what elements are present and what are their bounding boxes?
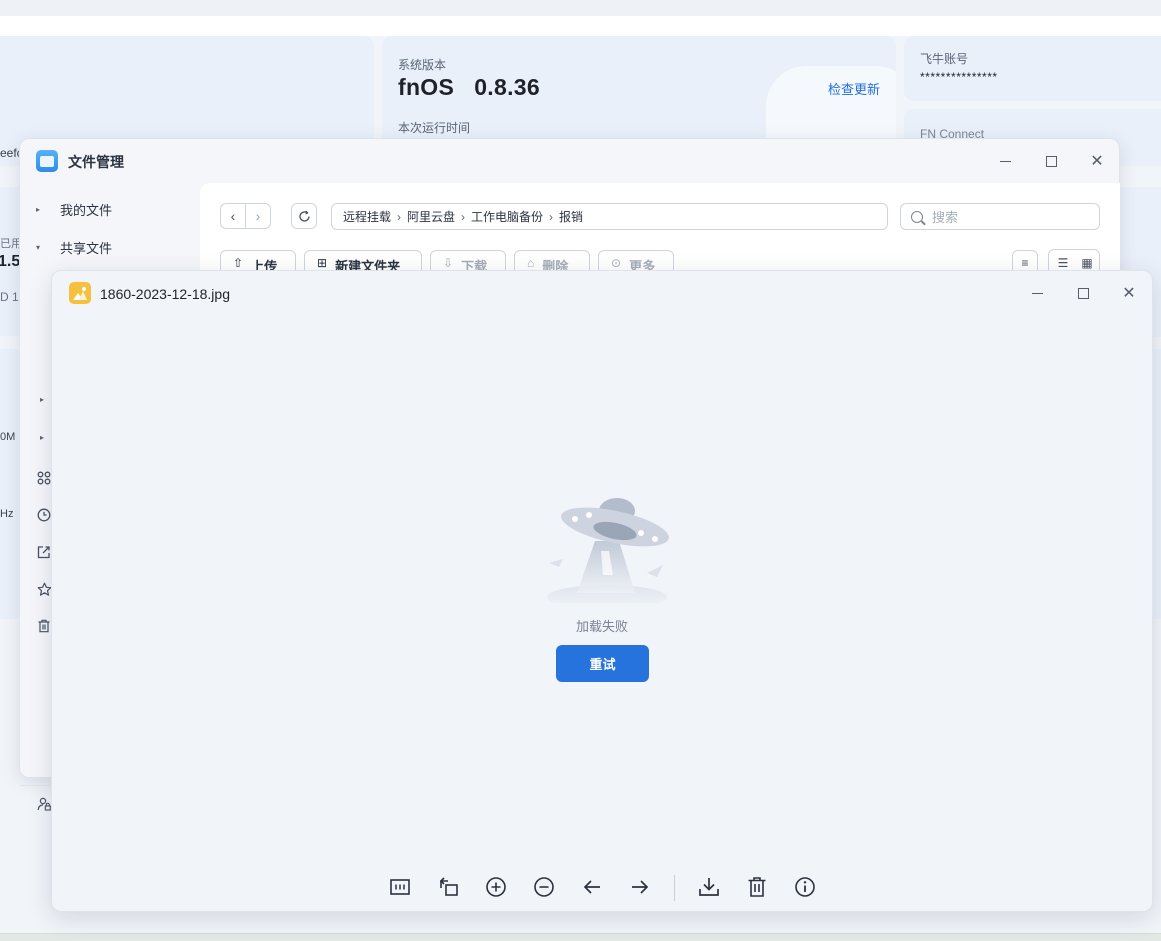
fn-account-label: 飞牛账号 xyxy=(920,52,969,66)
ufo-illustration-icon xyxy=(547,498,669,603)
search-icon xyxy=(911,210,923,223)
close-icon: ✕ xyxy=(1122,283,1136,302)
star-icon[interactable] xyxy=(36,581,52,597)
trash-icon[interactable] xyxy=(745,875,769,899)
clipped-text: D 1 xyxy=(0,290,19,304)
caret-right-icon[interactable]: ▸ xyxy=(40,395,44,404)
new-folder-icon: ⊞ xyxy=(317,256,328,270)
sort-icon: ≡ xyxy=(1021,256,1029,270)
rotate-icon[interactable] xyxy=(436,875,460,899)
minimize-icon xyxy=(1031,292,1043,294)
file-manager-title: 文件管理 xyxy=(68,154,124,170)
download-icon[interactable] xyxy=(697,875,721,899)
arrow-right-icon[interactable] xyxy=(628,875,652,899)
refresh-button[interactable] xyxy=(291,203,317,229)
desktop-band xyxy=(0,16,1161,36)
breadcrumb-item[interactable]: 阿里云盘 xyxy=(407,208,455,225)
file-manager-app-icon xyxy=(36,150,58,172)
breadcrumb[interactable]: 远程挂载 › 阿里云盘 › 工作电脑备份 › 报销 xyxy=(331,203,888,230)
upload-icon: ⇧ xyxy=(233,256,244,270)
sidebar-item-label: 我的文件 xyxy=(60,202,113,218)
caret-right-icon: ▸ xyxy=(36,204,41,214)
system-version-label: 系统版本 xyxy=(398,58,447,72)
zoom-in-icon[interactable] xyxy=(484,875,508,899)
search-input[interactable]: 搜索 xyxy=(900,203,1100,230)
maximize-button[interactable] xyxy=(1038,148,1064,174)
breadcrumb-item[interactable]: 远程挂载 xyxy=(343,208,391,225)
fit-to-window-icon[interactable] xyxy=(388,875,412,899)
maximize-icon xyxy=(1045,155,1057,167)
clock-icon[interactable] xyxy=(36,507,52,523)
maximize-icon xyxy=(1077,287,1089,299)
clipped-text: Hz xyxy=(0,508,14,520)
minimize-button[interactable] xyxy=(992,148,1018,174)
fn-account-value: *************** xyxy=(920,70,998,84)
forward-button[interactable]: › xyxy=(245,203,271,229)
search-placeholder: 搜索 xyxy=(932,210,959,225)
user-lock-icon[interactable] xyxy=(36,796,52,812)
taskbar xyxy=(0,933,1161,941)
trash-icon[interactable] xyxy=(36,618,52,634)
chevron-right-icon: › xyxy=(461,209,466,224)
arrow-left-icon[interactable] xyxy=(580,875,604,899)
share-icon[interactable] xyxy=(36,544,52,560)
zoom-out-icon[interactable] xyxy=(532,875,556,899)
close-button[interactable]: ✕ xyxy=(1116,280,1142,306)
uptime-label: 本次运行时间 xyxy=(398,121,471,135)
breadcrumb-item[interactable]: 报销 xyxy=(559,208,583,225)
maximize-button[interactable] xyxy=(1070,280,1096,306)
chevron-right-icon: › xyxy=(255,208,261,224)
toolbar-divider xyxy=(674,875,675,901)
caret-right-icon[interactable]: ▸ xyxy=(40,433,44,442)
image-viewer-app-icon xyxy=(69,282,91,304)
clipped-text: 0M xyxy=(0,431,16,443)
check-update-link[interactable]: 检查更新 xyxy=(828,79,880,98)
image-viewer-window: 1860-2023-12-18.jpg ✕ 加载失败 重试 xyxy=(51,270,1153,912)
more-icon: ⊙ xyxy=(611,256,622,270)
fn-account-card: 飞牛账号 *************** xyxy=(904,36,1161,101)
image-icon-sun xyxy=(82,287,86,291)
grid-icon: ▦ xyxy=(1081,256,1093,270)
desktop-top-strip xyxy=(0,0,1161,16)
info-icon[interactable] xyxy=(793,875,817,899)
caret-down-icon: ▾ xyxy=(36,242,41,252)
file-manager-titlebar[interactable]: 文件管理 ✕ xyxy=(20,139,1119,183)
minimize-icon xyxy=(999,160,1011,162)
image-filename: 1860-2023-12-18.jpg xyxy=(100,286,230,302)
clipped-text: 1.5 xyxy=(0,253,21,270)
sidebar-item-shared-files[interactable]: ▾ 共享文件 xyxy=(36,235,112,259)
apps-icon[interactable] xyxy=(36,470,52,486)
minimize-button[interactable] xyxy=(1024,280,1050,306)
chevron-right-icon: › xyxy=(397,209,402,224)
back-button[interactable]: ‹ xyxy=(220,203,246,229)
system-version-value: fnOS 0.8.36 xyxy=(398,74,540,100)
trash-icon: ⌂ xyxy=(527,256,535,270)
chevron-left-icon: ‹ xyxy=(230,208,236,224)
retry-button[interactable]: 重试 xyxy=(556,645,649,682)
image-viewer-toolbar xyxy=(52,871,1152,903)
breadcrumb-item[interactable]: 工作电脑备份 xyxy=(471,208,543,225)
chevron-right-icon: › xyxy=(549,209,554,224)
sidebar-item-label: 共享文件 xyxy=(60,240,113,256)
refresh-icon xyxy=(298,210,310,222)
close-icon: ✕ xyxy=(1090,151,1104,170)
list-icon: ☰ xyxy=(1057,256,1069,270)
sidebar-item-my-files[interactable]: ▸ 我的文件 xyxy=(36,197,112,221)
download-icon: ⇩ xyxy=(443,256,454,270)
load-failed-message: 加载失败 xyxy=(575,619,628,634)
close-button[interactable]: ✕ xyxy=(1084,148,1110,174)
